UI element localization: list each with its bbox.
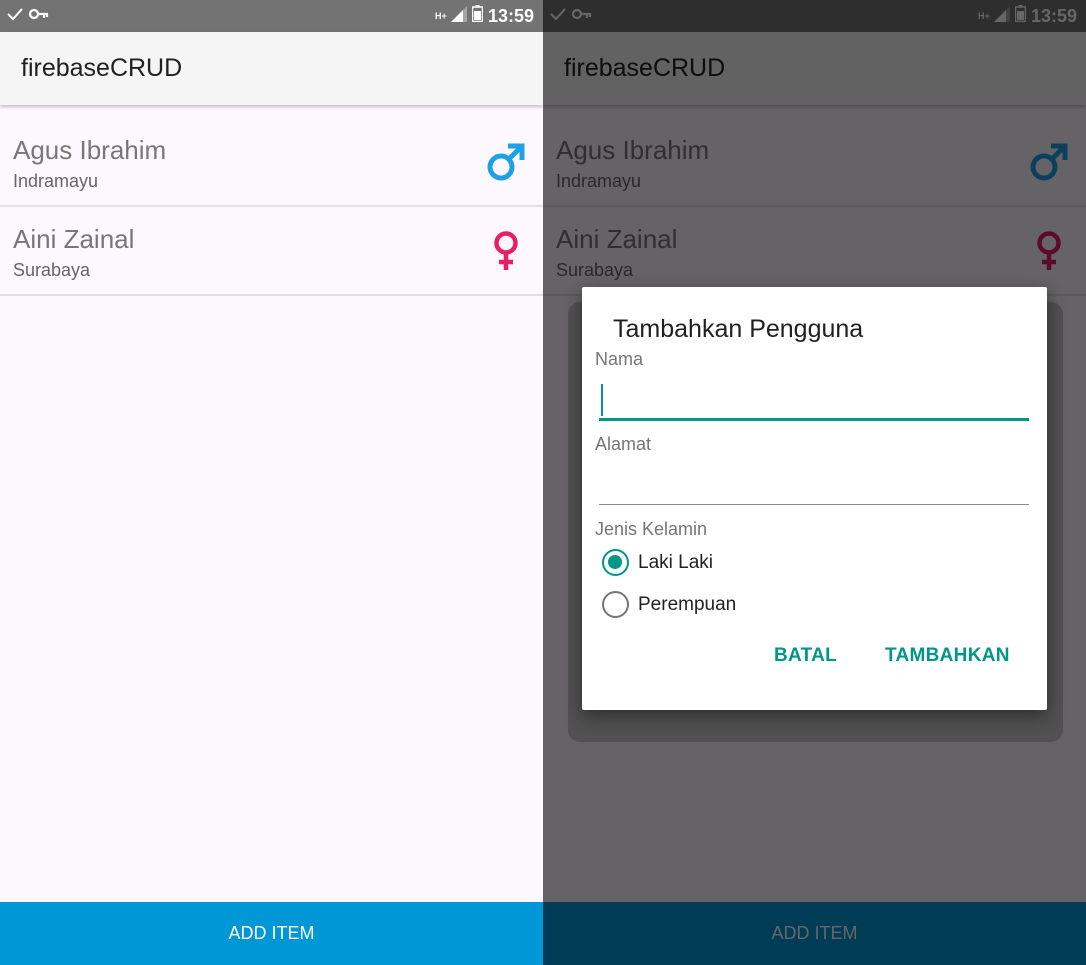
user-name: Agus Ibrahim [13,135,167,165]
radio-button-unchecked[interactable] [602,591,629,618]
male-icon [487,143,525,181]
network-type-label: H+ [434,11,447,21]
address-field[interactable] [599,469,1029,505]
check-icon [7,7,23,26]
radio-label: Perempuan [638,593,737,615]
name-field[interactable] [599,385,1029,421]
list-item[interactable]: Agus Ibrahim Indramayu [0,118,543,207]
user-list: Agus Ibrahim Indramayu Aini Zainal Surab… [0,118,543,296]
dialog-title: Tambahkan Pengguna [613,315,864,343]
phone-screen-list: H+ 13:59 firebaseCRUD Agus Ibrahim Indra… [0,0,543,965]
text-cursor [601,384,603,416]
add-user-dialog: Tambahkan Pengguna Nama Alamat Jenis Kel… [582,287,1047,710]
list-item[interactable]: Aini Zainal Surabaya [0,207,543,296]
address-label: Alamat [595,434,652,454]
app-title: firebaseCRUD [21,54,183,82]
radio-label: Laki Laki [638,551,713,573]
radio-button-checked[interactable] [602,549,629,576]
radio-option-perempuan[interactable]: Perempuan [602,591,736,618]
signal-icon [450,5,467,27]
add-user-button[interactable]: TAMBAHKAN [885,645,1010,667]
status-bar: H+ 13:59 [0,0,543,32]
user-city: Surabaya [13,260,91,280]
key-icon [28,7,49,25]
phone-screen-dialog: H+ 13:59 firebaseCRUD Agus Ibrahim Indra… [543,0,1086,965]
user-city: Indramayu [13,171,99,191]
app-bar: firebaseCRUD [0,32,543,105]
name-label: Nama [595,349,644,369]
female-icon [494,231,518,270]
battery-icon [471,5,484,27]
radio-option-laki-laki[interactable]: Laki Laki [602,549,713,576]
cancel-button[interactable]: BATAL [774,645,837,667]
status-time: 13:59 [487,5,534,26]
add-item-button[interactable]: ADD ITEM [0,902,543,965]
user-name: Aini Zainal [13,224,135,254]
gender-label: Jenis Kelamin [595,519,708,539]
